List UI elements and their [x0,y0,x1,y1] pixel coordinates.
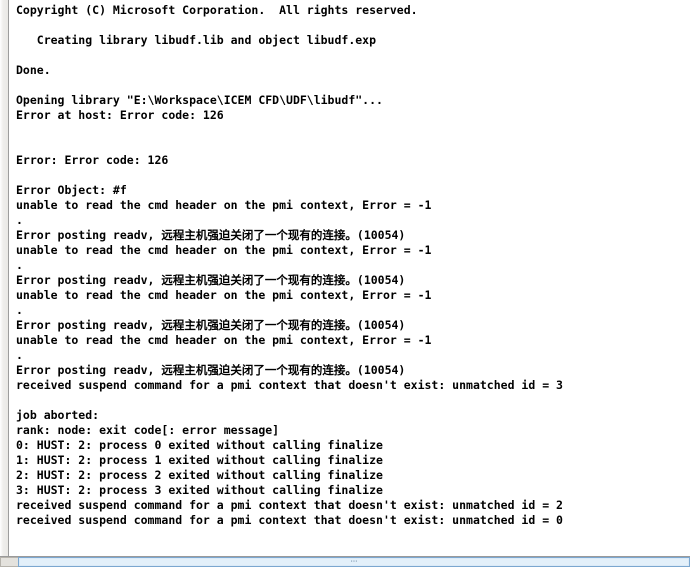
console-output-text[interactable]: Copyright (C) Microsoft Corporation. All… [9,0,690,556]
console-line: job aborted: [16,408,100,422]
console-line: Error posting readv, 远程主机强迫关闭了一个现有的连接。(1… [16,363,406,377]
console-line: Opening library "E:\Workspace\ICEM CFD\U… [16,93,383,107]
console-line: received suspend command for a pmi conte… [16,513,563,527]
console-line: 2: HUST: 2: process 2 exited without cal… [16,468,383,482]
console-line: received suspend command for a pmi conte… [16,498,563,512]
console-line: 3: HUST: 2: process 3 exited without cal… [16,483,383,497]
console-line: 1: HUST: 2: process 1 exited without cal… [16,453,383,467]
console-line: unable to read the cmd header on the pmi… [16,333,432,347]
console-line: . [16,303,23,317]
console-line: Creating library libudf.lib and object l… [16,33,377,47]
console-line: Error posting readv, 远程主机强迫关闭了一个现有的连接。(1… [16,318,406,332]
console-line: Copyright (C) Microsoft Corporation. All… [16,3,418,17]
console-line: Error posting readv, 远程主机强迫关闭了一个现有的连接。(1… [16,273,406,287]
console-window: Copyright (C) Microsoft Corporation. All… [0,0,690,567]
console-line: unable to read the cmd header on the pmi… [16,288,432,302]
console-line: . [16,258,23,272]
bottom-strip: ··· [0,557,690,567]
console-body: Copyright (C) Microsoft Corporation. All… [0,0,690,557]
horizontal-scrollbar-thumb[interactable]: ··· [20,557,688,566]
console-line: unable to read the cmd header on the pmi… [16,243,432,257]
console-line: 0: HUST: 2: process 0 exited without cal… [16,438,383,452]
console-line: Error at host: Error code: 126 [16,108,224,122]
horizontal-scrollbar[interactable]: ··· [18,557,690,567]
console-line: unable to read the cmd header on the pmi… [16,198,432,212]
scrollbar-grip-icon: ··· [350,557,358,566]
console-line: . [16,213,23,227]
console-line: Error posting readv, 远程主机强迫关闭了一个现有的连接。(1… [16,228,406,242]
scrollbar-corner[interactable] [0,557,18,567]
console-line: rank: node: exit code[: error message] [16,423,280,437]
console-line: Done. [16,63,51,77]
console-line: received suspend command for a pmi conte… [16,378,563,392]
vertical-scrollbar-gutter[interactable] [0,0,9,556]
console-line: Error Object: #f [16,183,127,197]
console-line: Error: Error code: 126 [16,153,169,167]
console-line: . [16,348,23,362]
scrollbar-track[interactable] [0,0,8,556]
